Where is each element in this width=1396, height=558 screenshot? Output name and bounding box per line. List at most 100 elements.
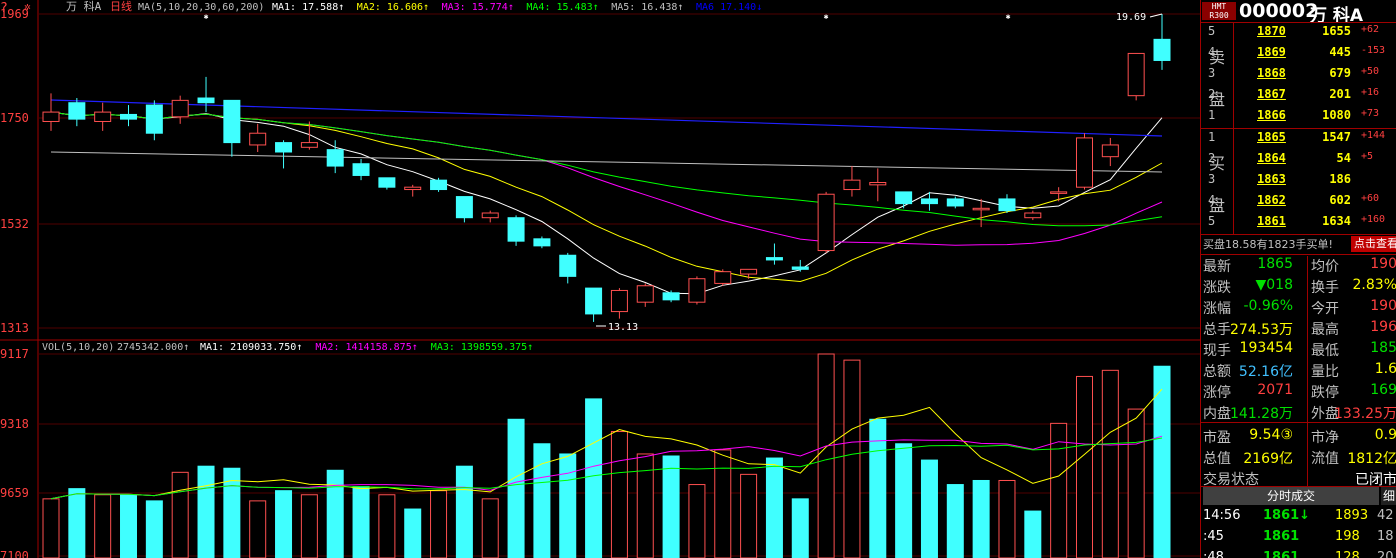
- buy-level-4[interactable]: 4 1862 602 +60: [1201, 193, 1396, 214]
- tab-detail[interactable]: 细: [1381, 487, 1396, 505]
- candle-body[interactable]: [197, 97, 215, 104]
- volume-bar[interactable]: [249, 500, 267, 558]
- volume-bar[interactable]: [352, 486, 370, 558]
- candle-body[interactable]: [895, 191, 913, 205]
- level-price[interactable]: 1865: [1257, 130, 1286, 144]
- volume-bar[interactable]: [946, 484, 964, 558]
- sell-level-5[interactable]: 5 1870 1655 +62: [1201, 24, 1396, 45]
- candle-body[interactable]: [817, 193, 835, 252]
- volume-bar[interactable]: [1075, 375, 1093, 558]
- buy-level-3[interactable]: 3 1863 186: [1201, 172, 1396, 193]
- level-price[interactable]: 1862: [1257, 193, 1286, 207]
- candle-body[interactable]: [120, 113, 138, 120]
- sell-level-4[interactable]: 4 1869 445 -153: [1201, 45, 1396, 66]
- candle-body[interactable]: [1153, 38, 1171, 61]
- volume-bar[interactable]: [585, 398, 603, 558]
- volume-bar[interactable]: [1024, 510, 1042, 558]
- level-price[interactable]: 1869: [1257, 45, 1286, 59]
- candle-body[interactable]: [275, 142, 293, 153]
- volume-bar[interactable]: [559, 453, 577, 558]
- kline-chart[interactable]: 19691750153213139117931896597100✲? 万 科A 日线…: [0, 0, 1200, 558]
- volume-bar[interactable]: [120, 494, 138, 558]
- volume-bar[interactable]: [42, 498, 60, 558]
- volume-bar[interactable]: [275, 490, 293, 558]
- candle-body[interactable]: [430, 179, 448, 191]
- volume-bar[interactable]: [869, 418, 887, 558]
- candle-body[interactable]: [1127, 52, 1145, 97]
- volume-bar[interactable]: [1127, 408, 1145, 558]
- volume-bar[interactable]: [662, 455, 680, 558]
- buy-level-5[interactable]: 5 1861 1634 +160: [1201, 214, 1396, 235]
- settings-icon[interactable]: ✲: [24, 0, 31, 13]
- volume-bar[interactable]: [998, 479, 1016, 558]
- volume-bar[interactable]: [533, 443, 551, 558]
- candle-body[interactable]: [920, 198, 938, 205]
- view-notice-button[interactable]: 点击查看: [1351, 236, 1396, 252]
- candle-body[interactable]: [533, 238, 551, 247]
- volume-bar[interactable]: [197, 465, 215, 558]
- candle-body[interactable]: [740, 268, 758, 275]
- volume-bar[interactable]: [404, 508, 422, 558]
- level-price[interactable]: 1863: [1257, 172, 1286, 186]
- candle-body[interactable]: [843, 179, 861, 191]
- candle-body[interactable]: [326, 149, 344, 167]
- volume-bar[interactable]: [817, 353, 835, 558]
- kline-chart-area[interactable]: 1969 1750 1532 1313 9117 9318 9659 7100 ✲? 万 科A 日线…: [0, 0, 1200, 558]
- volume-bar[interactable]: [765, 457, 783, 558]
- candle-body[interactable]: [404, 186, 422, 191]
- volume-bar[interactable]: [972, 479, 990, 558]
- candle-body[interactable]: [869, 181, 887, 186]
- candle-body[interactable]: [585, 287, 603, 315]
- candle-body[interactable]: [559, 254, 577, 277]
- volume-bar[interactable]: [740, 473, 758, 558]
- volume-bar[interactable]: [791, 498, 809, 558]
- hmt-badge[interactable]: HMT R300: [1202, 2, 1236, 20]
- buy-level-2[interactable]: 2 1864 54 +5: [1201, 151, 1396, 172]
- level-price[interactable]: 1870: [1257, 24, 1286, 38]
- level-price[interactable]: 1861: [1257, 214, 1286, 228]
- buy-level-1[interactable]: 1 1865 1547 +144: [1201, 130, 1396, 151]
- candle-body[interactable]: [791, 266, 809, 270]
- volume-bar[interactable]: [610, 431, 628, 558]
- level-price[interactable]: 1867: [1257, 87, 1286, 101]
- volume-bar[interactable]: [94, 494, 112, 558]
- volume-bar[interactable]: [843, 359, 861, 558]
- candle-body[interactable]: [352, 163, 370, 176]
- candle-body[interactable]: [1075, 137, 1093, 188]
- candle-body[interactable]: [455, 196, 473, 219]
- sell-level-3[interactable]: 3 1868 679 +50: [1201, 66, 1396, 87]
- candle-body[interactable]: [481, 212, 499, 219]
- candle-body[interactable]: [765, 257, 783, 261]
- candle-body[interactable]: [662, 292, 680, 301]
- volume-bar[interactable]: [688, 484, 706, 558]
- volume-bar[interactable]: [430, 490, 448, 558]
- volume-bar[interactable]: [507, 418, 525, 558]
- candle-body[interactable]: [1101, 144, 1119, 158]
- candle-body[interactable]: [998, 198, 1016, 212]
- candle-body[interactable]: [688, 278, 706, 303]
- candle-body[interactable]: [507, 217, 525, 242]
- candle-body[interactable]: [972, 207, 990, 211]
- candle-body[interactable]: [68, 102, 86, 120]
- volume-bar[interactable]: [920, 459, 938, 558]
- volume-bar[interactable]: [636, 453, 654, 558]
- candle-body[interactable]: [1024, 212, 1042, 219]
- sell-level-2[interactable]: 2 1867 201 +16: [1201, 87, 1396, 108]
- volume-bar[interactable]: [714, 449, 732, 558]
- level-price[interactable]: 1868: [1257, 66, 1286, 80]
- volume-bar[interactable]: [171, 471, 189, 558]
- sell-level-1[interactable]: 1 1866 1080 +73: [1201, 108, 1396, 129]
- candle-body[interactable]: [171, 99, 189, 118]
- candle-body[interactable]: [249, 132, 267, 146]
- volume-bar[interactable]: [895, 443, 913, 558]
- volume-bar[interactable]: [68, 488, 86, 558]
- candle-body[interactable]: [94, 111, 112, 122]
- candle-body[interactable]: [145, 104, 163, 134]
- level-price[interactable]: 1864: [1257, 151, 1286, 165]
- volume-bar[interactable]: [326, 469, 344, 558]
- tab-time-sales[interactable]: 分时成交: [1203, 487, 1379, 505]
- candle-body[interactable]: [636, 285, 654, 303]
- candle-body[interactable]: [300, 142, 318, 148]
- volume-bar[interactable]: [481, 498, 499, 558]
- candle-body[interactable]: [223, 99, 241, 144]
